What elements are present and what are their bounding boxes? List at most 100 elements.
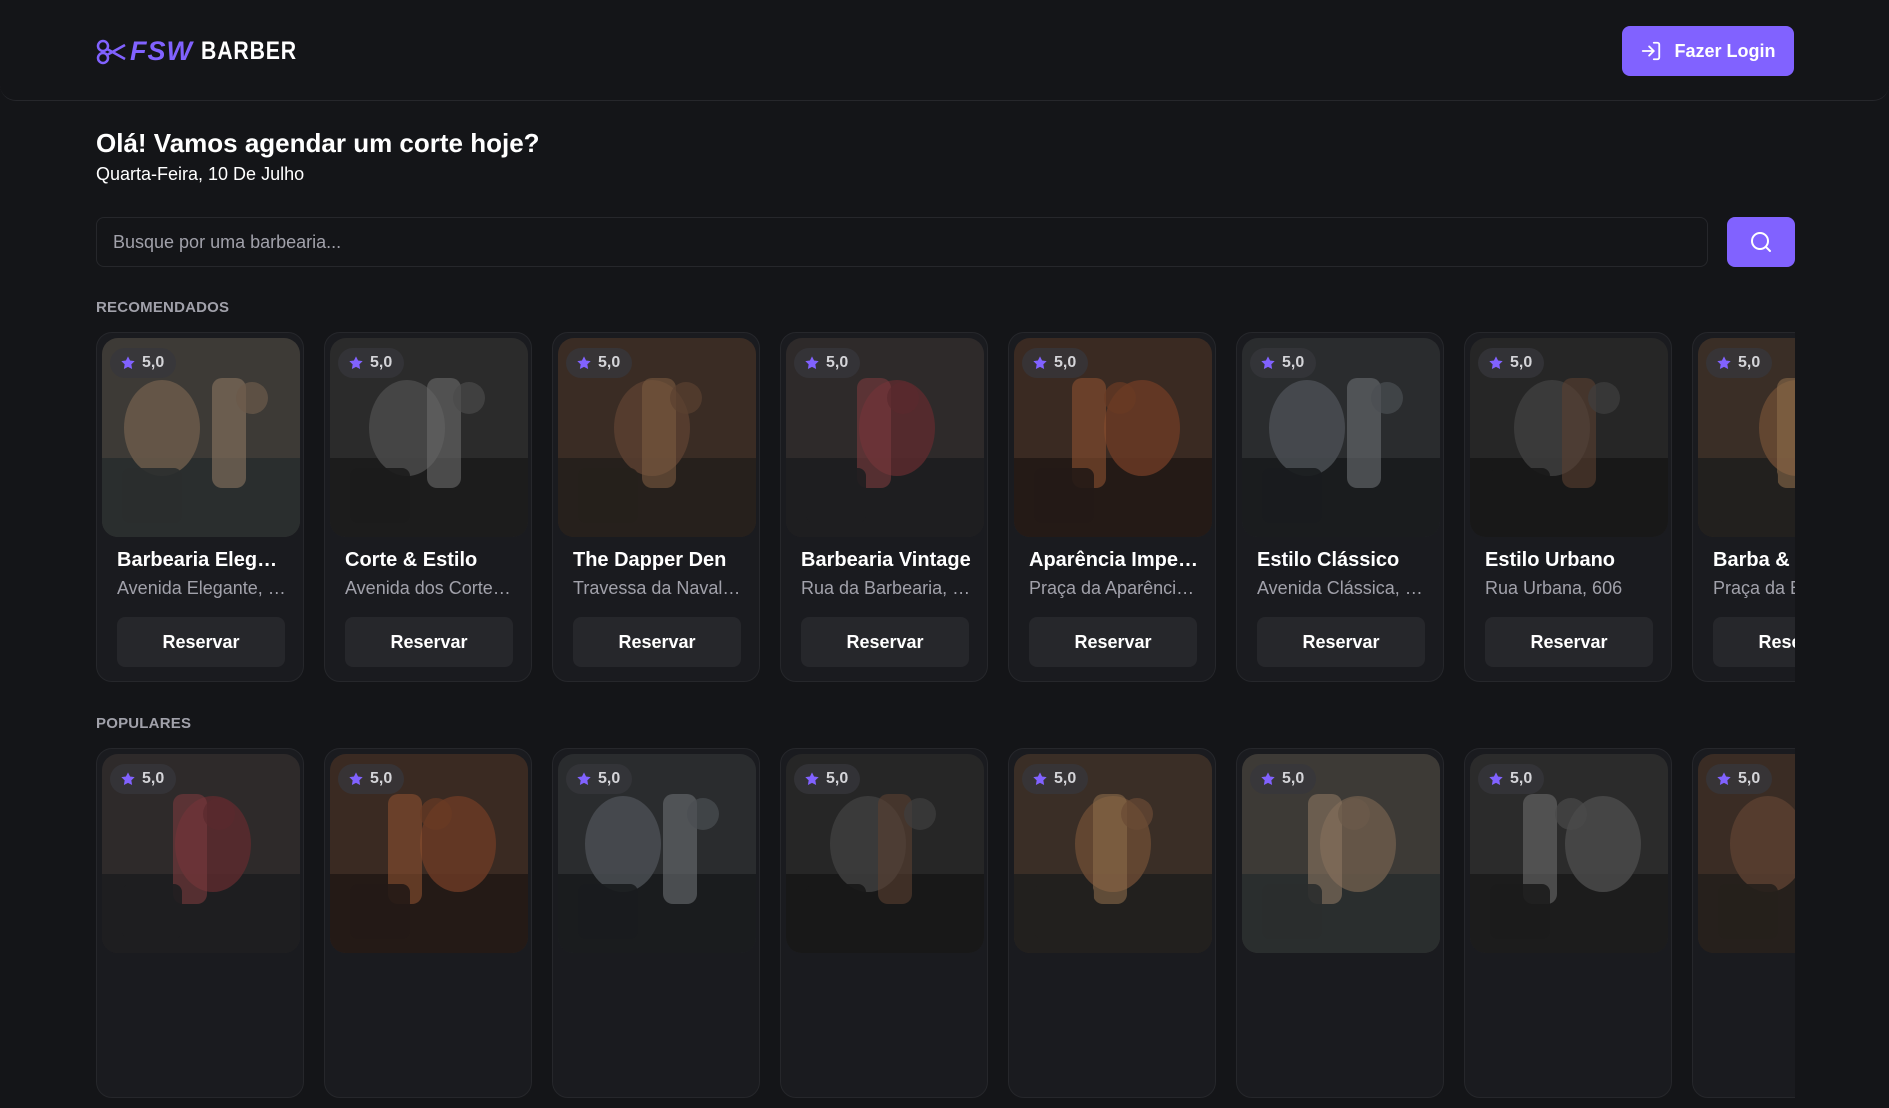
rating-badge: 5,0 [1706,764,1773,794]
barbershop-card[interactable]: 5,0 [1236,748,1444,1098]
barbershop-card[interactable]: 5,0 [1464,748,1672,1098]
star-icon [1261,772,1275,786]
rating-value: 5,0 [1054,770,1077,787]
barbershop-card[interactable]: 5,0 [552,748,760,1098]
barbershop-address: Praça da Aparência, 707 [1029,578,1199,598]
rating-value: 5,0 [826,770,849,787]
barbershop-card[interactable]: 5,0 Barba & Corte Praça da Barba, 404 Re… [1692,332,1795,682]
barbershop-thumbnail[interactable]: 5,0 [558,338,756,537]
recommended-list[interactable]: 5,0 Barbearia Elegante Avenida Elegante,… [96,332,1795,692]
barbershop-card[interactable]: 5,0 [96,748,304,1098]
reserve-button[interactable]: Reservar [801,617,969,667]
star-icon [577,772,591,786]
barbershop-card[interactable]: 5,0 [780,748,988,1098]
barbershop-thumbnail[interactable]: 5,0 [330,338,528,537]
rating-value: 5,0 [142,770,165,787]
barbershop-address: Rua da Barbearia, 123 [801,578,971,598]
star-icon [1489,356,1503,370]
reserve-button[interactable]: Reservar [1257,617,1425,667]
barbershop-card[interactable]: 5,0 [1692,748,1795,1098]
barbershop-thumbnail[interactable]: 5,0 [1014,754,1212,953]
log-in-icon [1642,41,1661,61]
barbershop-thumbnail[interactable]: 5,0 [330,754,528,953]
barbershop-thumbnail[interactable]: 5,0 [1014,338,1212,537]
reserve-button[interactable]: Reservar [345,617,513,667]
star-icon [1261,356,1275,370]
star-icon [805,772,819,786]
reserve-button[interactable]: Reservar [1485,617,1653,667]
reserve-button[interactable]: Reservar [117,617,285,667]
barbershop-name: Aparência Impecável [1029,549,1199,571]
logo-fsw: FSW [130,36,193,66]
barbershop-card[interactable]: 5,0 [324,748,532,1098]
barbershop-thumbnail[interactable]: 5,0 [1242,754,1440,953]
rating-badge: 5,0 [566,348,633,378]
rating-value: 5,0 [1510,770,1533,787]
rating-badge: 5,0 [1250,348,1317,378]
rating-badge: 5,0 [1478,348,1545,378]
barbershop-thumbnail[interactable]: 5,0 [786,338,984,537]
app-header: FSW BARBER Fazer Login [0,0,1889,101]
barbershop-thumbnail[interactable]: 5,0 [1470,338,1668,537]
rating-badge: 5,0 [338,348,405,378]
search-icon [1751,232,1771,252]
star-icon [577,356,591,370]
barbershop-name: Barbearia Elegante [117,549,287,571]
barbershop-card[interactable]: 5,0 Estilo Urbano Rua Urbana, 606 Reserv… [1464,332,1672,682]
star-icon [1717,356,1731,370]
rating-badge: 5,0 [1250,764,1317,794]
reserve-button[interactable]: Reservar [1029,617,1197,667]
barbershop-name: Barba & Corte [1713,549,1795,571]
barbershop-name: Estilo Urbano [1485,549,1616,571]
barbershop-thumbnail[interactable]: 5,0 [1698,338,1795,537]
barbershop-address: Avenida dos Cortes, 202 [345,578,515,598]
barbershop-thumbnail[interactable]: 5,0 [1698,754,1795,953]
rating-value: 5,0 [598,770,621,787]
rating-value: 5,0 [142,354,165,371]
reserve-button[interactable]: Reservar [1713,617,1795,667]
login-button[interactable]: Fazer Login [1622,26,1794,76]
rating-value: 5,0 [826,354,849,371]
barbershop-address: Praça da Barba, 404 [1713,578,1795,598]
rating-value: 5,0 [1054,354,1077,371]
star-icon [1717,772,1731,786]
logo-barber: BARBER [201,37,298,65]
barbershop-card[interactable]: 5,0 Aparência Impecável Praça da Aparênc… [1008,332,1216,682]
star-icon [1033,356,1047,370]
barbershop-name: The Dapper Den [573,549,727,571]
logo[interactable]: FSW BARBER [96,36,314,67]
barbershop-card[interactable]: 5,0 Estilo Clássico Avenida Clássica, 30… [1236,332,1444,682]
barbershop-card[interactable]: 5,0 The Dapper Den Travessa da Navalha, … [552,332,760,682]
barbershop-name: Estilo Clássico [1257,549,1400,571]
barbershop-thumbnail[interactable]: 5,0 [1242,338,1440,537]
barbershop-address: Travessa da Navalha, 101 [573,578,743,598]
scissors-icon [96,39,126,64]
rating-value: 5,0 [598,354,621,371]
barbershop-card[interactable]: 5,0 Barbearia Elegante Avenida Elegante,… [96,332,304,682]
barbershop-address: Rua Urbana, 606 [1485,578,1623,598]
barbershop-card[interactable]: 5,0 Corte & Estilo Avenida dos Cortes, 2… [324,332,532,682]
rating-badge: 5,0 [110,348,177,378]
search-input[interactable] [96,217,1708,267]
barbershop-thumbnail[interactable]: 5,0 [102,754,300,953]
popular-list[interactable]: 5,0 5,0 5,0 5,0 5,0 5,0 5,0 5,0 [96,748,1795,1108]
barbershop-card[interactable]: 5,0 [1008,748,1216,1098]
star-icon [1033,772,1047,786]
barbershop-thumbnail[interactable]: 5,0 [786,754,984,953]
rating-value: 5,0 [370,354,393,371]
rating-badge: 5,0 [338,764,405,794]
reserve-button[interactable]: Reservar [573,617,741,667]
rating-badge: 5,0 [794,348,861,378]
barbershop-thumbnail[interactable]: 5,0 [558,754,756,953]
barbershop-thumbnail[interactable]: 5,0 [1470,754,1668,953]
star-icon [1489,772,1503,786]
rating-value: 5,0 [370,770,393,787]
greeting-title: Olá! Vamos agendar um corte hoje? [96,128,540,158]
star-icon [349,356,363,370]
barbershop-thumbnail[interactable]: 5,0 [102,338,300,537]
barbershop-card[interactable]: 5,0 Barbearia Vintage Rua da Barbearia, … [780,332,988,682]
rating-value: 5,0 [1282,770,1305,787]
star-icon [121,772,135,786]
rating-badge: 5,0 [1022,348,1089,378]
search-button[interactable] [1727,217,1795,267]
